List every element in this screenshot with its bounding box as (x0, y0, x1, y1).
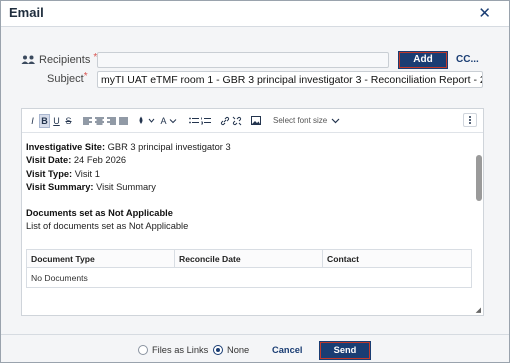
radio-circle (138, 345, 148, 355)
col-reconcile-date: Reconcile Date (174, 249, 323, 268)
dialog-title: Email (9, 5, 44, 20)
close-icon[interactable]: ✕ (478, 4, 491, 22)
unlink-icon[interactable] (231, 114, 242, 128)
email-dialog: Email ✕ Recipients * Add CC... Subject* m… (0, 0, 510, 363)
na-text: List of documents set as Not Applicable (26, 221, 189, 232)
radio-circle-selected (213, 345, 223, 355)
required-asterisk: * (83, 71, 88, 82)
subject-label-text: Subject (47, 73, 84, 85)
email-body[interactable]: Investigative Site: GBR 3 principal inve… (26, 141, 466, 234)
col-contact: Contact (322, 249, 472, 268)
bold-button[interactable]: B (39, 113, 50, 128)
strike-glyph: S (65, 115, 72, 126)
recipients-label: Recipients * (21, 52, 97, 66)
recipients-label-text: Recipients (39, 54, 91, 66)
underline-button[interactable]: U (51, 114, 62, 128)
recipients-input[interactable] (97, 52, 389, 68)
summary-label: Visit Summary: (26, 181, 94, 192)
type-label: Visit Type: (26, 168, 73, 179)
rich-text-editor: I B U S A Select font size Investigative… (21, 108, 484, 316)
font-size-select[interactable]: Select font size (273, 116, 340, 125)
type-line: Visit Type: Visit 1 (26, 168, 466, 181)
numbered-list-icon[interactable] (200, 114, 211, 128)
image-icon[interactable] (250, 114, 261, 128)
font-size-placeholder: Select font size (273, 116, 328, 125)
cc-link[interactable]: CC... (456, 54, 479, 65)
people-icon (21, 55, 36, 65)
align-group (82, 114, 129, 128)
files-as-links-radio[interactable]: Files as Links (138, 345, 208, 355)
cancel-button[interactable]: Cancel (272, 345, 303, 355)
resize-handle-icon[interactable]: ◢ (476, 306, 481, 314)
format-group: I B U S (27, 113, 74, 128)
align-left-icon[interactable] (82, 114, 93, 128)
italic-glyph: I (31, 115, 34, 126)
date-label: Visit Date: (26, 155, 72, 166)
image-group (250, 114, 261, 128)
table-row: No Documents (26, 267, 472, 288)
date-line: Visit Date: 24 Feb 2026 (26, 154, 466, 167)
bold-glyph: B (41, 115, 48, 126)
font-color-glyph: A (160, 115, 167, 126)
documents-table: Document Type Reconcile Date Contact No … (26, 249, 472, 288)
scrollbar-thumb[interactable] (476, 155, 482, 201)
bullet-list-icon[interactable] (188, 114, 199, 128)
summary-line: Visit Summary: Visit Summary (26, 181, 466, 194)
site-label: Investigative Site: (26, 142, 106, 152)
site-value: GBR 3 principal investigator 3 (107, 142, 231, 152)
list-group (188, 114, 211, 128)
summary-value: Visit Summary (96, 181, 156, 192)
link-icon[interactable] (219, 114, 230, 128)
date-value: 24 Feb 2026 (73, 155, 127, 166)
align-right-icon[interactable] (106, 114, 117, 128)
subject-label: Subject* (47, 71, 88, 85)
add-button[interactable]: Add (398, 51, 448, 69)
dialog-footer: Files as Links None Cancel Send (1, 334, 509, 362)
italic-button[interactable]: I (27, 114, 38, 128)
color-group: A (137, 114, 180, 128)
none-radio[interactable]: None (213, 345, 249, 355)
none-label: None (227, 345, 250, 355)
empty-row-text: No Documents (26, 267, 472, 288)
font-color-icon[interactable]: A (158, 114, 180, 128)
na-heading: Documents set as Not Applicable (26, 207, 466, 220)
strikethrough-button[interactable]: S (63, 114, 74, 128)
align-center-icon[interactable] (94, 114, 105, 128)
site-line: Investigative Site: GBR 3 principal inve… (26, 141, 466, 154)
dialog-header: Email ✕ (1, 1, 509, 27)
chevron-down-icon (331, 118, 340, 123)
subject-input[interactable]: myTI UAT eTMF room 1 - GBR 3 principal i… (97, 71, 483, 88)
files-as-links-label: Files as Links (152, 345, 209, 355)
na-heading-text: Documents set as Not Applicable (26, 208, 173, 219)
background-color-icon[interactable] (137, 114, 157, 128)
underline-glyph: U (53, 115, 60, 126)
send-button[interactable]: Send (319, 341, 371, 360)
link-group (219, 114, 242, 128)
table-header-row: Document Type Reconcile Date Contact (26, 249, 472, 268)
editor-scrollbar[interactable] (476, 135, 482, 315)
align-justify-icon[interactable] (118, 114, 129, 128)
editor-toolbar: I B U S A Select font size (22, 109, 483, 133)
type-value: Visit 1 (74, 168, 100, 179)
col-document-type: Document Type (26, 249, 175, 268)
more-options-icon[interactable] (463, 113, 477, 127)
